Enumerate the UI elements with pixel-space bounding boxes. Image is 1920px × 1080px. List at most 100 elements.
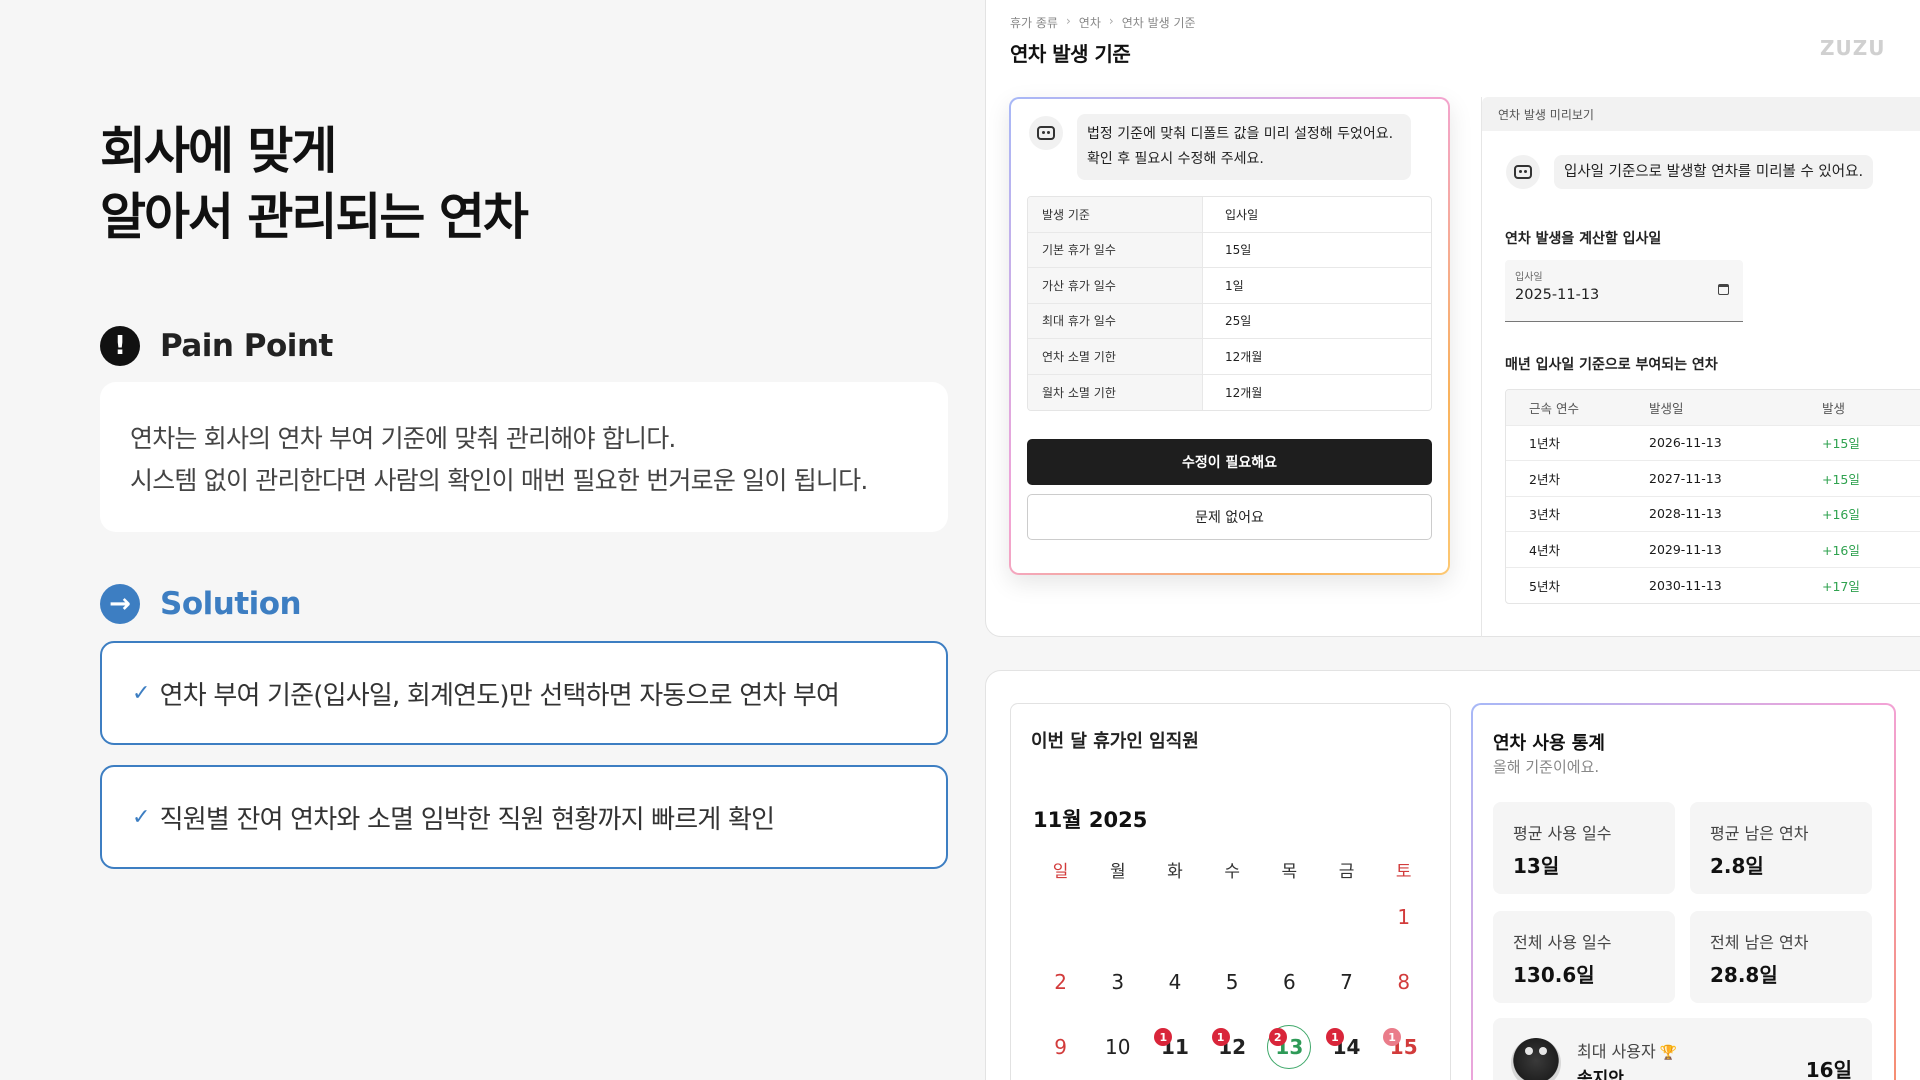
exclamation-icon: ! (100, 326, 140, 366)
pain-point-title: Pain Point (160, 328, 333, 364)
stat-value: 2.8일 (1710, 854, 1764, 878)
calendar-day[interactable]: 8 (1375, 949, 1432, 1014)
column-header: 발생일 (1649, 400, 1684, 416)
avatar (1511, 1038, 1561, 1080)
calendar-day[interactable]: 7 (1318, 949, 1375, 1014)
stat-label: 전체 남은 연차 (1710, 933, 1809, 952)
stat-label: 전체 사용 일수 (1513, 933, 1612, 952)
calendar-day[interactable]: 11 1 (1146, 1014, 1203, 1079)
top-user-stat: 최대 사용자 🏆 송지안 16일 (1493, 1018, 1872, 1080)
pain-point-box: 연차는 회사의 연차 부여 기준에 맞춰 관리해야 합니다. 시스템 없이 관리… (100, 382, 948, 532)
weekday-header: 수 (1224, 861, 1240, 882)
breadcrumb-item: 연차 발생 기준 (1121, 16, 1196, 30)
settings-table: 발생 기준 입사일 기본 휴가 일수 15일 가산 휴가 일수 1일 최대 휴가 일수… (1027, 196, 1432, 411)
vacation-count-badge: 1 (1383, 1028, 1402, 1046)
calendar-icon[interactable] (1718, 284, 1729, 295)
weekday-header: 월 (1109, 861, 1126, 882)
calendar-day[interactable]: 14 1 (1318, 1014, 1375, 1079)
stat-value: 28.8일 (1710, 963, 1778, 987)
headline-line-1: 회사에 맞게 (100, 122, 337, 180)
breadcrumb: 휴가 종류 › 연차 › 연차 발생 기준 (1010, 14, 1196, 31)
leave-preview-section: 연차 발생 미리보기 입사일 기준으로 발생할 연차를 미리볼 수 있어요. 연… (1481, 97, 1920, 637)
calendar-day[interactable]: 15 1 (1375, 1014, 1432, 1079)
bot-icon (1506, 155, 1540, 189)
page-title: 연차 발생 기준 (1010, 42, 1131, 66)
solution-heading: → Solution (100, 584, 302, 624)
setting-key: 연차 소멸 기한 (1028, 339, 1203, 374)
bot-message-line-1: 법정 기준에 맞춰 디폴트 값을 미리 설정해 두었어요. (1087, 126, 1394, 142)
edit-needed-button[interactable]: 수정이 필요해요 (1027, 439, 1432, 485)
avg-left-stat: 평균 남은 연차 2.8일 (1690, 802, 1872, 894)
column-header: 발생 (1822, 400, 1846, 416)
table-row: 발생 기준 입사일 (1028, 197, 1431, 233)
avg-used-stat: 평균 사용 일수 13일 (1493, 802, 1675, 894)
grant-date: 2027-11-13 (1649, 470, 1722, 486)
table-row: 월차 소멸 기한 12개월 (1028, 374, 1431, 410)
calendar-day-number: 5 (1225, 969, 1239, 994)
check-icon: ✓ (132, 804, 150, 830)
calendar-day-number: 8 (1397, 969, 1411, 994)
calendar-day[interactable]: 3 (1089, 949, 1146, 1014)
grant-amount: +17일 (1822, 578, 1860, 594)
table-row: 연차 소멸 기한 12개월 (1028, 339, 1431, 375)
preview-header: 연차 발생 미리보기 (1482, 97, 1920, 131)
calendar-day[interactable]: 2 (1032, 949, 1089, 1014)
calendar-month: 11월 2025 (1033, 808, 1148, 832)
bot-message-line-2: 확인 후 필요시 수정해 주세요. (1087, 151, 1264, 167)
trophy-icon: 🏆 (1659, 1045, 1678, 1061)
calendar-day[interactable]: 12 1 (1204, 1014, 1261, 1079)
stat-label: 평균 남은 연차 (1710, 824, 1809, 843)
calendar-day[interactable]: 13 2 (1261, 1014, 1318, 1079)
calendar-day[interactable]: 1 (1375, 884, 1432, 949)
join-date-section-label: 연차 발생을 계산할 입사일 (1505, 231, 1662, 247)
stats-title: 연차 사용 통계 (1493, 733, 1605, 754)
check-icon: ✓ (132, 680, 150, 706)
stats-subtitle: 올해 기준이에요. (1493, 758, 1600, 776)
pain-point-line-2: 시스템 없이 관리한다면 사람의 확인이 매번 필요한 번거로운 일이 됩니다. (130, 466, 868, 495)
calendar-day[interactable]: 5 (1204, 949, 1261, 1014)
calendar-empty-cell (1146, 884, 1203, 949)
service-year: 1년차 (1529, 436, 1560, 452)
stat-value: 130.6일 (1513, 963, 1595, 987)
calendar-empty-cell (1089, 884, 1146, 949)
bot-message: 입사일 기준으로 발생할 연차를 미리볼 수 있어요. (1554, 155, 1874, 189)
table-row: 2년차 2027-11-13 +15일 (1506, 461, 1920, 497)
table-header-row: 근속 연수 발생일 발생 (1506, 390, 1920, 426)
grant-amount: +15일 (1822, 471, 1860, 487)
no-problem-button[interactable]: 문제 없어요 (1027, 494, 1432, 540)
chevron-right-icon: › (1065, 14, 1071, 28)
calendar-empty-cell (1318, 884, 1375, 949)
weekday-header: 토 (1395, 861, 1412, 882)
table-row: 3년차 2028-11-13 +16일 (1506, 497, 1920, 532)
table-row: 가산 휴가 일수 1일 (1028, 268, 1431, 304)
calendar-day[interactable]: 6 (1261, 949, 1318, 1014)
setting-value: 12개월 (1225, 385, 1263, 400)
top-user-label-text: 최대 사용자 (1577, 1042, 1656, 1061)
weekday-header: 화 (1167, 861, 1183, 882)
join-date-field[interactable]: 입사일 2025-11-13 (1505, 260, 1743, 322)
grant-date: 2030-11-13 (1649, 577, 1722, 593)
breadcrumb-item[interactable]: 휴가 종류 (1010, 14, 1058, 31)
grant-date: 2028-11-13 (1649, 506, 1722, 522)
calendar-day-number: 4 (1168, 969, 1182, 994)
weekday-header: 금 (1338, 861, 1355, 882)
grant-amount: +16일 (1822, 507, 1860, 523)
vacation-count-badge: 1 (1211, 1028, 1230, 1046)
calendar-grid: 일 월 화 수 목 금 토 1 2 3 4 5 6 7 8 9 10 11 1 12 1 13 2 14 1 15 1 (1032, 854, 1432, 1079)
top-user-name: 송지안 (1577, 1069, 1624, 1080)
setting-key: 기본 휴가 일수 (1028, 232, 1203, 267)
calendar-day-number: 1 (1397, 904, 1411, 929)
column-header: 근속 연수 (1529, 400, 1579, 416)
calendar-day[interactable]: 9 (1032, 1014, 1089, 1079)
calendar-day[interactable]: 10 (1089, 1014, 1146, 1079)
calendar-empty-cell (1261, 884, 1318, 949)
table-row: 최대 휴가 일수 25일 (1028, 303, 1431, 339)
breadcrumb-item[interactable]: 연차 (1079, 14, 1101, 31)
top-user-label: 최대 사용자 🏆 (1577, 1038, 1677, 1062)
join-date-field-value: 2025-11-13 (1515, 287, 1600, 303)
vacation-count-badge: 2 (1268, 1028, 1287, 1046)
bot-icon (1029, 116, 1063, 150)
setting-value: 15일 (1225, 243, 1252, 258)
arrow-right-icon: → (100, 584, 140, 624)
calendar-day[interactable]: 4 (1146, 949, 1203, 1014)
